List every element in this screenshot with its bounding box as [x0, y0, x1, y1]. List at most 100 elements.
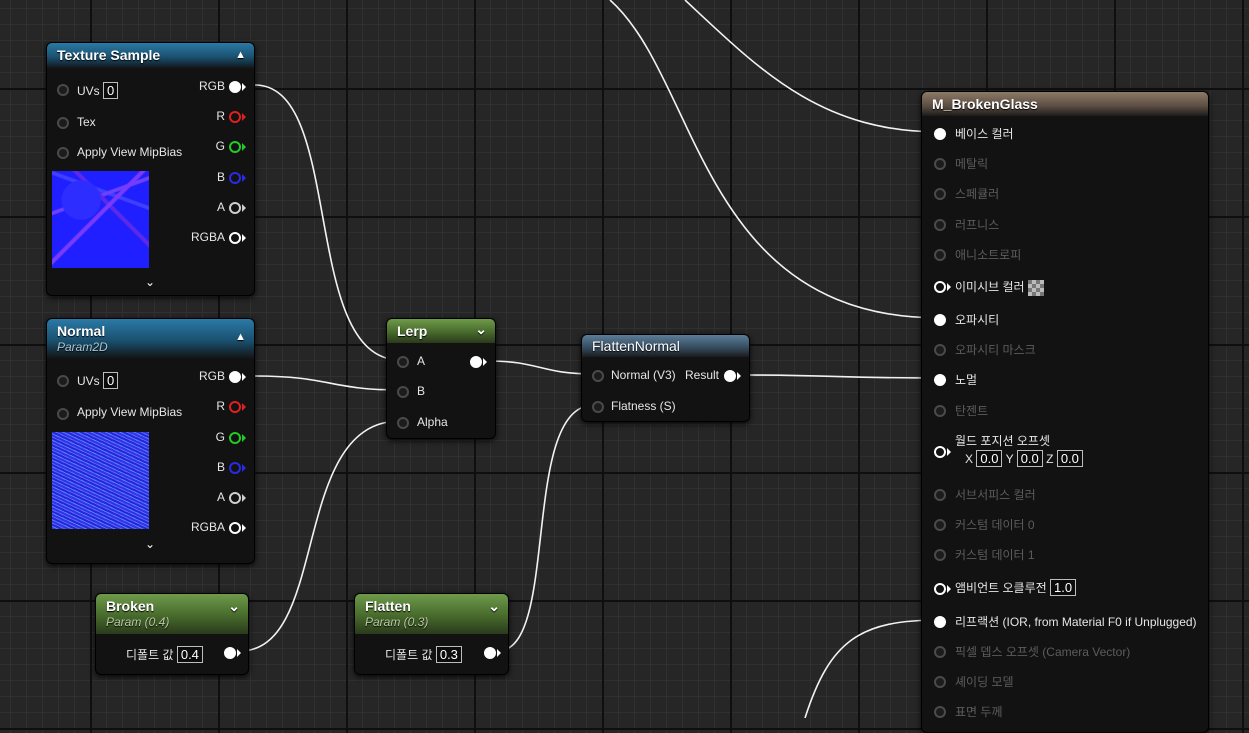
pixel-depth-offset-pin[interactable]: [934, 646, 946, 658]
result-output-pin[interactable]: [724, 370, 741, 382]
flatten-normal-node[interactable]: FlattenNormal Normal (V3) Flatness (S) R…: [581, 334, 750, 422]
a-output-label: A: [216, 490, 225, 504]
mipbias-input-label: Apply View MipBias: [77, 405, 183, 419]
wpo-z-value[interactable]: 0.0: [1056, 450, 1083, 467]
normal-param-node[interactable]: Normal Param2D ▲ UVs 0 Apply View MipBia…: [46, 318, 255, 564]
roughness-label: 러프니스: [955, 218, 1000, 232]
wpo-x-value[interactable]: 0.0: [976, 450, 1003, 467]
uvs-value-box[interactable]: 0: [103, 372, 119, 389]
normal-pin[interactable]: [934, 374, 946, 386]
rgba-output-pin[interactable]: [229, 522, 246, 534]
rgb-output-pin[interactable]: [229, 81, 246, 93]
collapse-chevron-icon[interactable]: ▲: [235, 331, 246, 343]
specular-label: 스페큘러: [955, 187, 1000, 201]
opacity-pin[interactable]: [934, 314, 946, 326]
refraction-pin[interactable]: [934, 616, 946, 628]
rgba-output-pin[interactable]: [229, 232, 246, 244]
emissive-color-label: 이미시브 컬러: [955, 278, 1044, 296]
flatten-normal-header[interactable]: FlattenNormal: [582, 335, 749, 357]
surface-thickness-pin[interactable]: [934, 706, 946, 718]
rgb-output-pin[interactable]: [229, 371, 246, 383]
texture-sample-header[interactable]: Texture Sample ▲: [47, 43, 254, 69]
r-output-label: R: [216, 399, 225, 413]
subsurface-color-pin[interactable]: [934, 489, 946, 501]
b-output-pin[interactable]: [229, 172, 246, 184]
rgb-output-label: RGB: [198, 369, 225, 383]
r-output-pin[interactable]: [229, 111, 246, 123]
flatten-header[interactable]: Flatten Param (0.3) ⌄: [355, 594, 508, 634]
b-output-pin[interactable]: [229, 462, 246, 474]
ambient-occlusion-pin[interactable]: [934, 583, 951, 595]
mipbias-input-pin[interactable]: [57, 147, 69, 159]
mipbias-input-pin[interactable]: [57, 408, 69, 420]
material-header[interactable]: M_BrokenGlass: [922, 92, 1208, 116]
roughness-pin[interactable]: [934, 219, 946, 231]
ambient-occlusion-value[interactable]: 1.0: [1050, 579, 1077, 596]
lerp-a-input-pin[interactable]: [397, 356, 409, 368]
chevron-down-icon[interactable]: ⌄: [488, 598, 500, 615]
g-output-pin[interactable]: [229, 141, 246, 153]
flatness-input-pin[interactable]: [592, 401, 604, 413]
normal-v3-label: Normal (V3): [611, 368, 676, 382]
opacity-mask-label: 오파시티 마스크: [955, 343, 1036, 357]
normal-header[interactable]: Normal Param2D ▲: [47, 319, 254, 359]
specular-pin[interactable]: [934, 188, 946, 200]
r-output-pin[interactable]: [229, 401, 246, 413]
default-value-box[interactable]: 0.3: [435, 646, 462, 663]
lerp-alpha-input-pin[interactable]: [397, 417, 409, 429]
shading-model-pin[interactable]: [934, 676, 946, 688]
expand-chevron-icon[interactable]: ⌄: [145, 537, 155, 551]
lerp-a-label: A: [417, 354, 426, 368]
tangent-pin[interactable]: [934, 405, 946, 417]
broken-output-pin[interactable]: [224, 647, 241, 659]
lerp-node[interactable]: Lerp ⌄ A B Alpha: [386, 318, 496, 439]
node-title: Texture Sample: [57, 47, 161, 63]
tex-input-pin[interactable]: [57, 117, 69, 129]
a-output-pin[interactable]: [229, 202, 246, 214]
flatten-output-pin[interactable]: [484, 647, 501, 659]
metallic-pin[interactable]: [934, 158, 946, 170]
wire-offscreen-to-base-color: [684, 0, 941, 133]
anisotropy-pin[interactable]: [934, 249, 946, 261]
b-output-label: B: [216, 460, 225, 474]
broken-header[interactable]: Broken Param (0.4) ⌄: [96, 594, 248, 634]
expand-chevron-icon[interactable]: ⌄: [145, 275, 155, 289]
uvs-input-pin[interactable]: [57, 375, 69, 387]
g-output-pin[interactable]: [229, 432, 246, 444]
subsurface-color-label: 서브서피스 컬러: [955, 488, 1036, 502]
custom-data-1-pin[interactable]: [934, 549, 946, 561]
default-value-box[interactable]: 0.4: [176, 646, 203, 663]
base-color-label: 베이스 컬러: [955, 127, 1014, 141]
texture-sample-node[interactable]: Texture Sample ▲ UVs 0 Tex Apply View Mi…: [46, 42, 255, 296]
chevron-down-icon[interactable]: ⌄: [475, 321, 487, 338]
flatten-param-node[interactable]: Flatten Param (0.3) ⌄ 디폴트 값 0.3: [354, 593, 509, 675]
base-color-pin[interactable]: [934, 128, 946, 140]
emissive-color-pin[interactable]: [934, 281, 951, 293]
normal-v3-input-pin[interactable]: [592, 370, 604, 382]
a-output-label: A: [216, 200, 225, 214]
node-subtitle: Param2D: [57, 340, 108, 354]
lerp-b-input-pin[interactable]: [397, 386, 409, 398]
chevron-down-icon[interactable]: ⌄: [228, 598, 240, 615]
collapse-chevron-icon[interactable]: ▲: [235, 49, 246, 61]
custom-data-0-pin[interactable]: [934, 519, 946, 531]
uvs-input-pin[interactable]: [57, 84, 69, 96]
metallic-label: 메탈릭: [955, 157, 989, 171]
lerp-output-pin[interactable]: [470, 356, 487, 368]
mipbias-input-label: Apply View MipBias: [77, 145, 183, 159]
rgba-output-label: RGBA: [190, 230, 225, 244]
opacity-mask-pin[interactable]: [934, 344, 946, 356]
emissive-color-swatch[interactable]: [1027, 279, 1044, 296]
material-result-node[interactable]: M_BrokenGlass 베이스 컬러 메탈릭 스페큘러 러프니스 애니소트로…: [921, 91, 1209, 733]
tangent-label: 탄젠트: [955, 404, 989, 418]
wpo-y-value[interactable]: 0.0: [1016, 450, 1043, 467]
lerp-header[interactable]: Lerp ⌄: [387, 319, 495, 343]
a-output-pin[interactable]: [229, 492, 246, 504]
world-position-offset-pin[interactable]: [934, 446, 951, 458]
wire-flatten-to-flatness: [497, 404, 595, 652]
node-title: Normal: [57, 323, 106, 339]
uvs-value-box[interactable]: 0: [103, 82, 119, 99]
refraction-label: 리프랙션 (IOR, from Material F0 if Unplugged…: [955, 615, 1197, 629]
result-output-label: Result: [685, 368, 720, 382]
broken-param-node[interactable]: Broken Param (0.4) ⌄ 디폴트 값 0.4: [95, 593, 249, 675]
